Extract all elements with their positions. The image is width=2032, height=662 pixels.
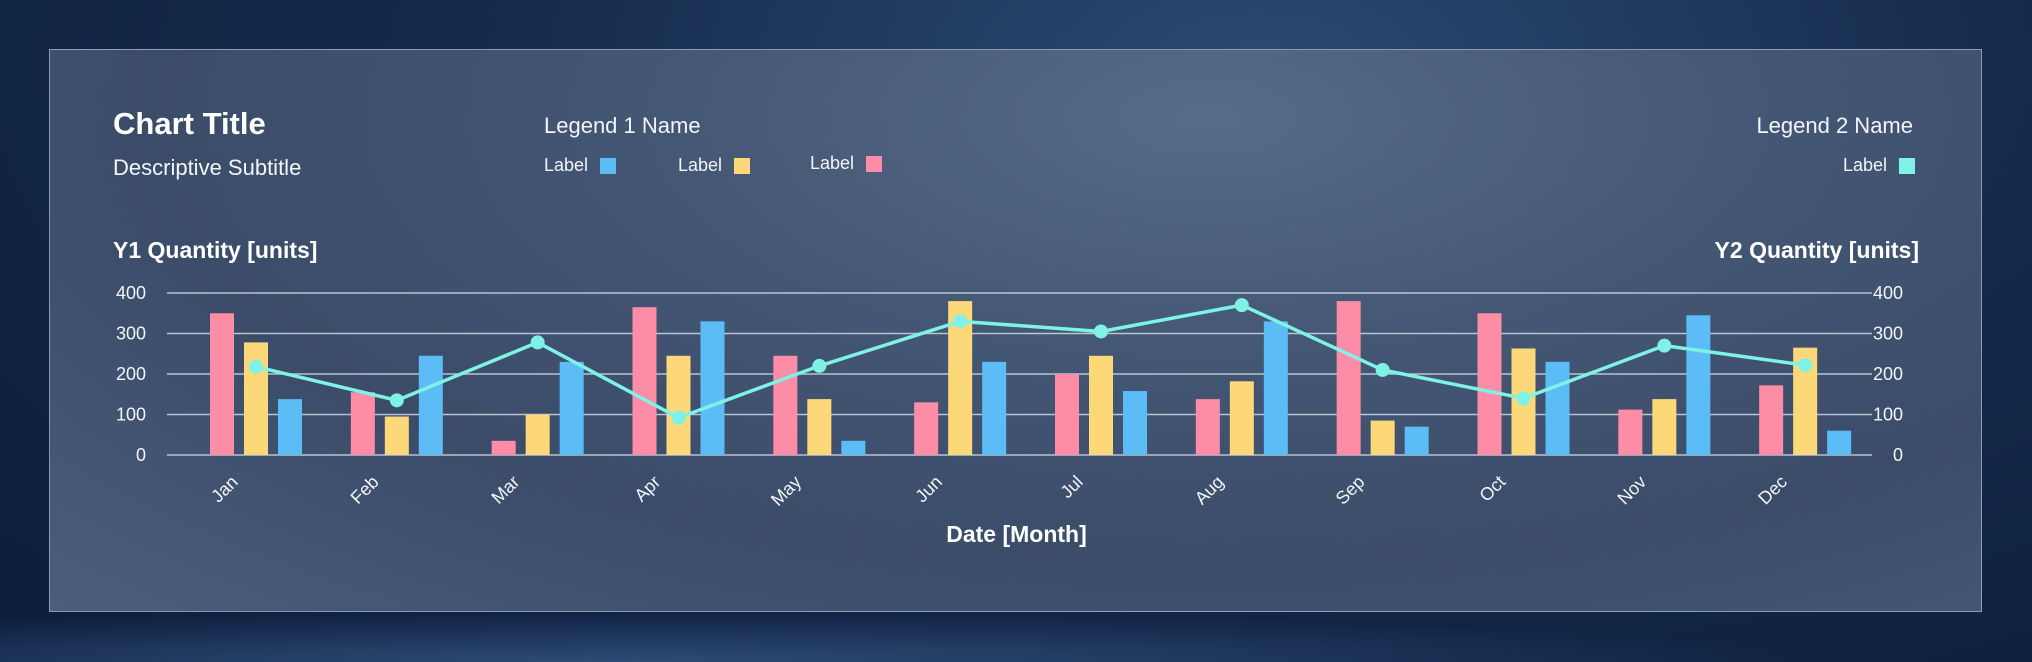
- bar-yellow-apr: [666, 355, 691, 455]
- x-tick-label: Jan: [207, 472, 242, 507]
- line-point-jan: [249, 359, 263, 374]
- bar-blue-apr: [700, 321, 725, 455]
- bar-blue-feb: [418, 355, 443, 455]
- y2-tick-label: 300: [1873, 324, 1903, 344]
- x-tick-label: Dec: [1754, 472, 1791, 509]
- bar-yellow-may: [807, 399, 832, 455]
- bar-pink-dec: [1759, 385, 1784, 455]
- y2-tick-label: 200: [1873, 364, 1903, 384]
- bar-blue-jul: [1123, 391, 1147, 455]
- bar-yellow-mar: [525, 414, 550, 455]
- bar-blue-oct: [1545, 361, 1570, 455]
- x-tick-label: Jun: [911, 472, 946, 507]
- bar-pink-jan: [210, 313, 234, 455]
- chart-card: Chart Title Descriptive Subtitle Legend …: [49, 49, 1982, 612]
- y1-tick-label: 400: [116, 283, 146, 303]
- bar-blue-aug: [1263, 321, 1288, 455]
- x-tick-label: Jul: [1056, 472, 1086, 502]
- line-point-apr: [671, 410, 686, 425]
- y1-tick-label: 300: [116, 324, 146, 344]
- y1-tick-label: 200: [116, 364, 146, 384]
- bar-yellow-feb: [384, 416, 409, 455]
- bar-pink-jun: [914, 402, 939, 455]
- x-tick-label: Mar: [487, 472, 523, 508]
- x-tick-label: May: [767, 472, 805, 510]
- line-point-jul: [1094, 324, 1108, 339]
- bar-blue-nov: [1686, 315, 1711, 455]
- bar-blue-dec: [1827, 430, 1852, 455]
- bar-yellow-jan: [244, 342, 268, 455]
- plot-area: 0 100 200 300 400 0 100 200 300 400 Jan Feb Mar Apr Ma…: [116, 283, 1903, 510]
- bar-yellow-sep: [1370, 420, 1395, 455]
- bar-blue-may: [841, 440, 866, 455]
- bar-pink-jul: [1055, 374, 1079, 455]
- bar-pink-may: [773, 355, 798, 455]
- y1-tick-label: 100: [116, 405, 146, 425]
- bar-blue-mar: [559, 361, 584, 455]
- line-point-mar: [530, 335, 545, 350]
- line-point-dec: [1798, 358, 1813, 373]
- x-tick-label: Aug: [1191, 472, 1228, 509]
- y1-tick-label: 0: [136, 445, 146, 465]
- bar-blue-jan: [278, 399, 302, 455]
- bar-pink-aug: [1195, 399, 1220, 455]
- line-point-jun: [953, 314, 968, 329]
- x-tick-label: Apr: [630, 472, 664, 506]
- x-tick-label: Nov: [1613, 472, 1650, 509]
- bar-pink-feb: [350, 392, 375, 455]
- bar-blue-sep: [1404, 426, 1429, 455]
- bar-pink-apr: [632, 307, 657, 455]
- line-series: [255, 303, 1806, 420]
- bar-pink-mar: [491, 440, 516, 455]
- line-point-nov: [1657, 338, 1672, 353]
- line-point-feb: [389, 393, 404, 408]
- line-point-may: [812, 358, 827, 373]
- line-point-aug: [1234, 298, 1249, 313]
- x-tick-label: Oct: [1475, 472, 1509, 506]
- bar-yellow-nov: [1652, 399, 1677, 455]
- y2-tick-label: 400: [1873, 283, 1903, 303]
- y2-tick-label: 0: [1893, 445, 1903, 465]
- bar-blue-jun: [982, 361, 1007, 455]
- line-point-oct: [1516, 391, 1531, 406]
- bar-pink-nov: [1618, 409, 1643, 455]
- bar-yellow-jul: [1089, 355, 1113, 455]
- bar-yellow-aug: [1229, 381, 1254, 455]
- line-point-sep: [1375, 362, 1390, 377]
- x-tick-label: Feb: [347, 472, 383, 508]
- y2-tick-label: 100: [1873, 405, 1903, 425]
- bar-pink-oct: [1477, 313, 1502, 455]
- bar-pink-sep: [1336, 301, 1361, 455]
- x-tick-label: Sep: [1332, 472, 1369, 509]
